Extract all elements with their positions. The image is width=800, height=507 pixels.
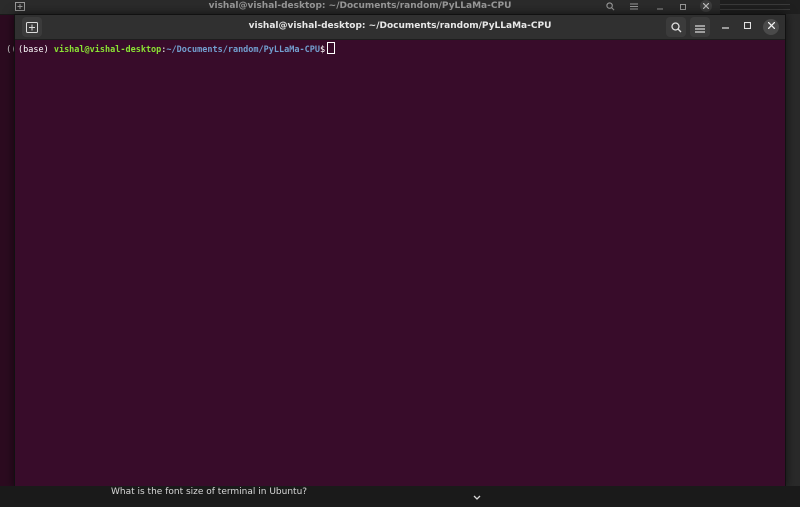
back-titlebar[interactable]: vishal@vishal-desktop: ~/Documents/rando… bbox=[0, 0, 720, 15]
close-icon[interactable] bbox=[700, 0, 712, 12]
prompt-symbol: $ bbox=[319, 45, 326, 55]
terminal-window[interactable]: vishal@vishal-desktop: ~/Documents/rando… bbox=[14, 14, 786, 488]
caption-text: What is the font size of terminal in Ubu… bbox=[111, 487, 308, 497]
search-icon[interactable] bbox=[604, 0, 616, 13]
menu-button[interactable] bbox=[690, 17, 710, 37]
close-button[interactable] bbox=[763, 19, 779, 35]
maximize-button[interactable] bbox=[739, 19, 755, 35]
maximize-icon[interactable] bbox=[678, 0, 688, 13]
minimize-button[interactable] bbox=[717, 19, 733, 35]
prompt-path: ~/Documents/random/PyLLaMa-CPU bbox=[166, 45, 320, 55]
terminal-output[interactable]: (base) vishal@vishal-desktop:~/Documents… bbox=[15, 40, 785, 487]
hamburger-menu-icon bbox=[695, 18, 705, 37]
search-icon bbox=[670, 18, 682, 37]
chevron-down-icon[interactable] bbox=[472, 488, 482, 500]
titlebar[interactable]: vishal@vishal-desktop: ~/Documents/rando… bbox=[15, 15, 785, 40]
hamburger-menu-icon[interactable] bbox=[628, 0, 640, 13]
maximize-icon bbox=[743, 21, 751, 32]
search-button[interactable] bbox=[666, 17, 686, 37]
text-cursor bbox=[327, 42, 336, 54]
minimize-icon[interactable] bbox=[655, 0, 665, 13]
back-terminal-body: (( bbox=[0, 15, 17, 500]
close-icon bbox=[767, 21, 775, 32]
desktop-strip bbox=[720, 0, 800, 14]
prompt-user-host: vishal@vishal-desktop bbox=[53, 45, 162, 55]
caption-bar: What is the font size of terminal in Ubu… bbox=[0, 486, 800, 500]
minimize-icon bbox=[721, 22, 729, 32]
prompt-env: (base) bbox=[18, 45, 54, 55]
